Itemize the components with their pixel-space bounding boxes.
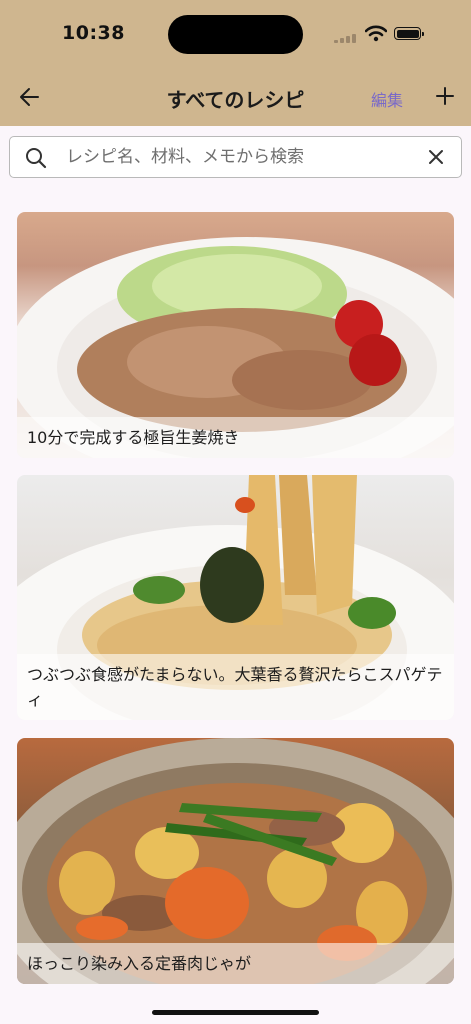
recipe-card[interactable]: つぶつぶ食感がたまらない。大葉香る贅沢たらこスパゲティ	[17, 475, 454, 720]
status-time: 10:38	[62, 22, 125, 44]
nav-header: 10:38 すべてのレシピ 編集	[0, 0, 471, 126]
cellular-signal-icon	[334, 33, 358, 43]
recipe-card[interactable]: ほっこり染み入る定番肉じゃが	[17, 738, 454, 984]
battery-icon	[394, 27, 424, 40]
edit-button[interactable]: 編集	[371, 87, 403, 111]
recipe-card[interactable]: 10分で完成する極旨生姜焼き	[17, 212, 454, 458]
close-icon[interactable]	[427, 148, 445, 166]
home-indicator	[152, 1010, 319, 1015]
search-input[interactable]	[66, 144, 416, 170]
plus-icon[interactable]	[434, 84, 456, 108]
recipe-title: 10分で完成する極旨生姜焼き	[17, 417, 454, 458]
search-icon	[26, 148, 47, 169]
back-arrow-icon[interactable]	[16, 84, 46, 110]
recipe-title: ほっこり染み入る定番肉じゃが	[17, 943, 454, 984]
search-bar	[9, 136, 462, 178]
wifi-icon	[365, 25, 387, 42]
dynamic-island	[168, 15, 303, 54]
recipe-title: つぶつぶ食感がたまらない。大葉香る贅沢たらこスパゲティ	[17, 654, 454, 720]
